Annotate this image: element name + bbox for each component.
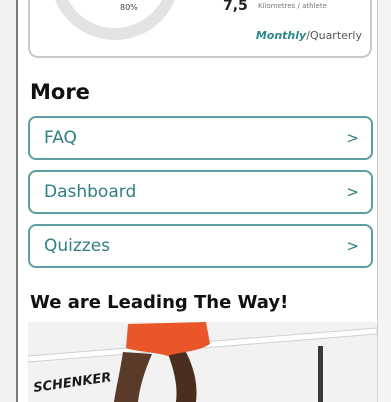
progress-ring <box>50 0 180 40</box>
chevron-right-icon: > <box>346 237 359 255</box>
leading-section-title: We are Leading The Way! <box>30 292 289 313</box>
faq-button[interactable]: FAQ > <box>28 116 373 160</box>
dashboard-button[interactable]: Dashboard > <box>28 170 373 214</box>
period-quarterly-option[interactable]: Quarterly <box>310 29 362 42</box>
banner-image: SCHENKER <box>28 322 377 402</box>
more-section-title: More <box>30 80 90 104</box>
stat-value: 7,5 <box>223 0 248 14</box>
scrollbar[interactable] <box>377 0 391 402</box>
app-screen: 80% 7,5 Kilometres / athlete Monthly/Qua… <box>0 0 391 402</box>
quizzes-button[interactable]: Quizzes > <box>28 224 373 268</box>
chevron-right-icon: > <box>346 129 359 147</box>
faq-label: FAQ <box>44 128 77 148</box>
quizzes-label: Quizzes <box>44 236 111 256</box>
period-monthly-option[interactable]: Monthly <box>256 29 306 42</box>
period-toggle: Monthly/Quarterly <box>256 29 362 42</box>
dashboard-label: Dashboard <box>44 182 137 202</box>
chevron-right-icon: > <box>346 183 359 201</box>
athlete-photo: SCHENKER <box>28 322 377 402</box>
stat-unit: Kilometres / athlete <box>258 2 327 10</box>
left-edge <box>0 0 18 402</box>
stats-card: 80% 7,5 Kilometres / athlete Monthly/Qua… <box>28 0 372 58</box>
progress-percent-label: 80% <box>120 3 138 12</box>
